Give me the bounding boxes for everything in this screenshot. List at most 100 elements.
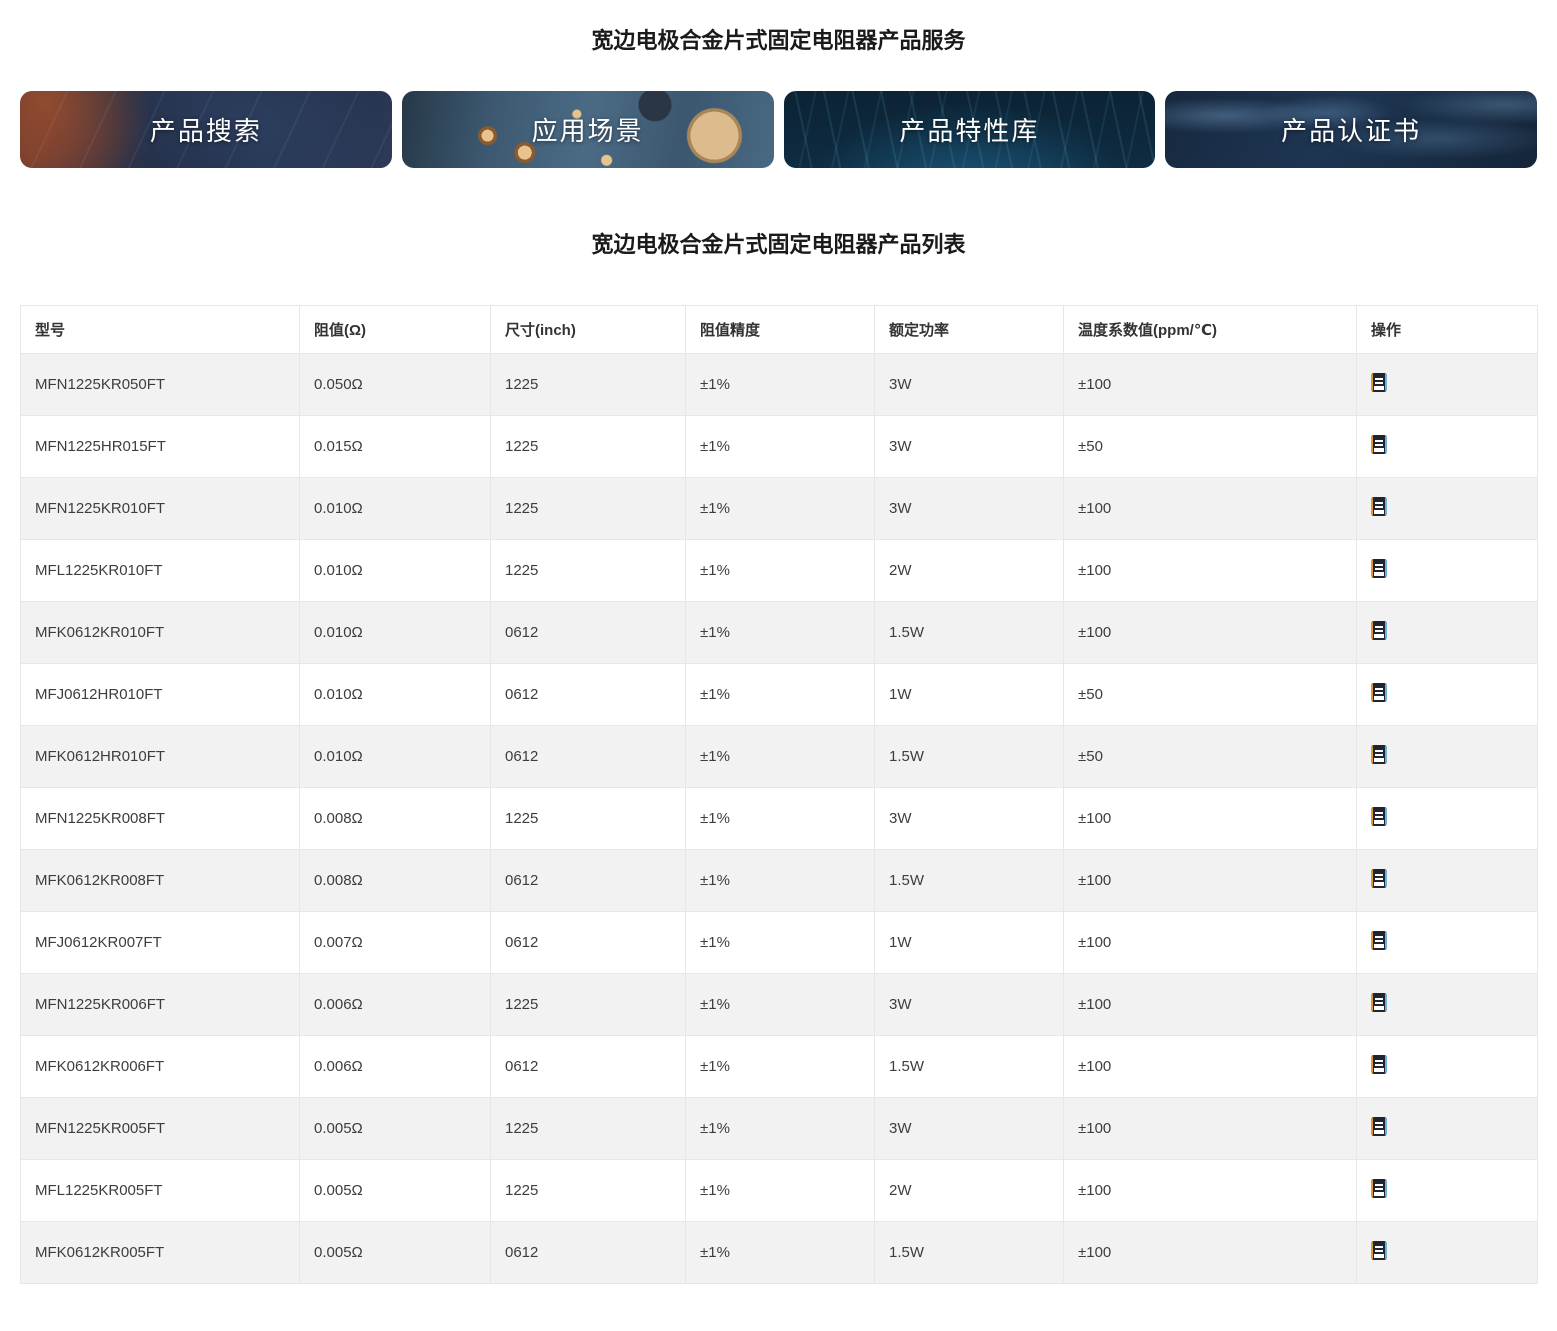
cell-power: 1W: [875, 912, 1064, 974]
cell-action: [1357, 540, 1538, 602]
cell-size: 0612: [491, 912, 686, 974]
notebook-icon[interactable]: [1371, 621, 1387, 640]
cell-precision: ±1%: [686, 1098, 875, 1160]
cell-action: [1357, 974, 1538, 1036]
nav-button-product-search[interactable]: 产品搜索: [20, 91, 392, 168]
icon-part: [1371, 436, 1373, 453]
nav-button-application-scenes[interactable]: 应用场景: [402, 91, 774, 168]
cell-action: [1357, 478, 1538, 540]
table-row: MFL1225KR010FT0.010Ω1225±1%2W±100: [21, 540, 1538, 602]
icon-part: [1375, 692, 1383, 694]
cell-power: 1.5W: [875, 1222, 1064, 1284]
icon-part: [1375, 816, 1383, 818]
cell-precision: ±1%: [686, 354, 875, 416]
icon-part: [1375, 502, 1383, 504]
notebook-icon[interactable]: [1371, 1055, 1387, 1074]
cell-size: 0612: [491, 664, 686, 726]
icon-part: [1385, 1242, 1387, 1259]
cell-action: [1357, 416, 1538, 478]
notebook-icon[interactable]: [1371, 1241, 1387, 1260]
cell-tcr: ±100: [1064, 974, 1357, 1036]
cell-power: 3W: [875, 354, 1064, 416]
cell-tcr: ±100: [1064, 1160, 1357, 1222]
cell-precision: ±1%: [686, 602, 875, 664]
nav-button-label: 应用场景: [532, 111, 644, 148]
icon-part: [1375, 750, 1383, 752]
cell-action: [1357, 850, 1538, 912]
notebook-icon[interactable]: [1371, 993, 1387, 1012]
icon-part: [1385, 1180, 1387, 1197]
table-body: MFN1225KR050FT0.050Ω1225±1%3W±100MFN1225…: [21, 354, 1538, 1284]
table-row: MFN1225KR005FT0.005Ω1225±1%3W±100: [21, 1098, 1538, 1160]
notebook-icon[interactable]: [1371, 497, 1387, 516]
icon-part: [1374, 634, 1384, 638]
icon-part: [1371, 684, 1373, 701]
cell-model: MFN1225HR015FT: [21, 416, 300, 478]
icon-part: [1385, 1118, 1387, 1135]
cell-precision: ±1%: [686, 540, 875, 602]
product-table-container: 型号阻值(Ω)尺寸(inch)阻值精度额定功率温度系数值(ppm/℃)操作 MF…: [20, 305, 1537, 1284]
icon-part: [1374, 944, 1384, 948]
icon-part: [1371, 560, 1373, 577]
cell-action: [1357, 1036, 1538, 1098]
cell-power: 2W: [875, 540, 1064, 602]
icon-part: [1371, 746, 1373, 763]
cell-resistance: 0.010Ω: [300, 478, 491, 540]
table-row: MFN1225HR015FT0.015Ω1225±1%3W±50: [21, 416, 1538, 478]
icon-part: [1385, 870, 1387, 887]
cell-resistance: 0.010Ω: [300, 664, 491, 726]
nav-button-characteristics-library[interactable]: 产品特性库: [784, 91, 1156, 168]
cell-model: MFN1225KR005FT: [21, 1098, 300, 1160]
icon-part: [1375, 1246, 1383, 1248]
table-row: MFK0612KR006FT0.006Ω0612±1%1.5W±100: [21, 1036, 1538, 1098]
cell-power: 1.5W: [875, 1036, 1064, 1098]
notebook-icon[interactable]: [1371, 869, 1387, 888]
cell-power: 1.5W: [875, 602, 1064, 664]
cell-power: 3W: [875, 1098, 1064, 1160]
cell-size: 0612: [491, 602, 686, 664]
notebook-icon[interactable]: [1371, 683, 1387, 702]
cell-resistance: 0.010Ω: [300, 540, 491, 602]
cell-tcr: ±100: [1064, 788, 1357, 850]
notebook-icon[interactable]: [1371, 559, 1387, 578]
icon-part: [1375, 812, 1383, 814]
cell-tcr: ±100: [1064, 850, 1357, 912]
notebook-icon[interactable]: [1371, 435, 1387, 454]
icon-part: [1385, 1056, 1387, 1073]
column-header: 尺寸(inch): [491, 306, 686, 354]
cell-resistance: 0.008Ω: [300, 788, 491, 850]
notebook-icon[interactable]: [1371, 745, 1387, 764]
icon-part: [1385, 622, 1387, 639]
cell-tcr: ±50: [1064, 664, 1357, 726]
icon-part: [1374, 386, 1384, 390]
cell-model: MFN1225KR008FT: [21, 788, 300, 850]
notebook-icon[interactable]: [1371, 807, 1387, 826]
notebook-icon[interactable]: [1371, 931, 1387, 950]
icon-part: [1375, 382, 1383, 384]
table-header-row: 型号阻值(Ω)尺寸(inch)阻值精度额定功率温度系数值(ppm/℃)操作: [21, 306, 1538, 354]
cell-precision: ±1%: [686, 788, 875, 850]
cell-tcr: ±100: [1064, 1036, 1357, 1098]
cell-size: 0612: [491, 1036, 686, 1098]
notebook-icon[interactable]: [1371, 1117, 1387, 1136]
notebook-icon[interactable]: [1371, 373, 1387, 392]
cell-action: [1357, 726, 1538, 788]
icon-part: [1385, 498, 1387, 515]
cell-tcr: ±100: [1064, 540, 1357, 602]
icon-part: [1375, 688, 1383, 690]
cell-resistance: 0.006Ω: [300, 1036, 491, 1098]
column-header: 型号: [21, 306, 300, 354]
cell-size: 1225: [491, 478, 686, 540]
icon-part: [1374, 448, 1384, 452]
icon-part: [1385, 560, 1387, 577]
nav-button-label: 产品特性库: [899, 111, 1039, 148]
table-row: MFN1225KR008FT0.008Ω1225±1%3W±100: [21, 788, 1538, 850]
icon-part: [1374, 1192, 1384, 1196]
icon-part: [1375, 444, 1383, 446]
icon-part: [1385, 932, 1387, 949]
icon-part: [1371, 1180, 1373, 1197]
notebook-icon[interactable]: [1371, 1179, 1387, 1198]
cell-model: MFJ0612HR010FT: [21, 664, 300, 726]
nav-button-certificates[interactable]: 产品认证书: [1165, 91, 1537, 168]
cell-model: MFK0612KR008FT: [21, 850, 300, 912]
